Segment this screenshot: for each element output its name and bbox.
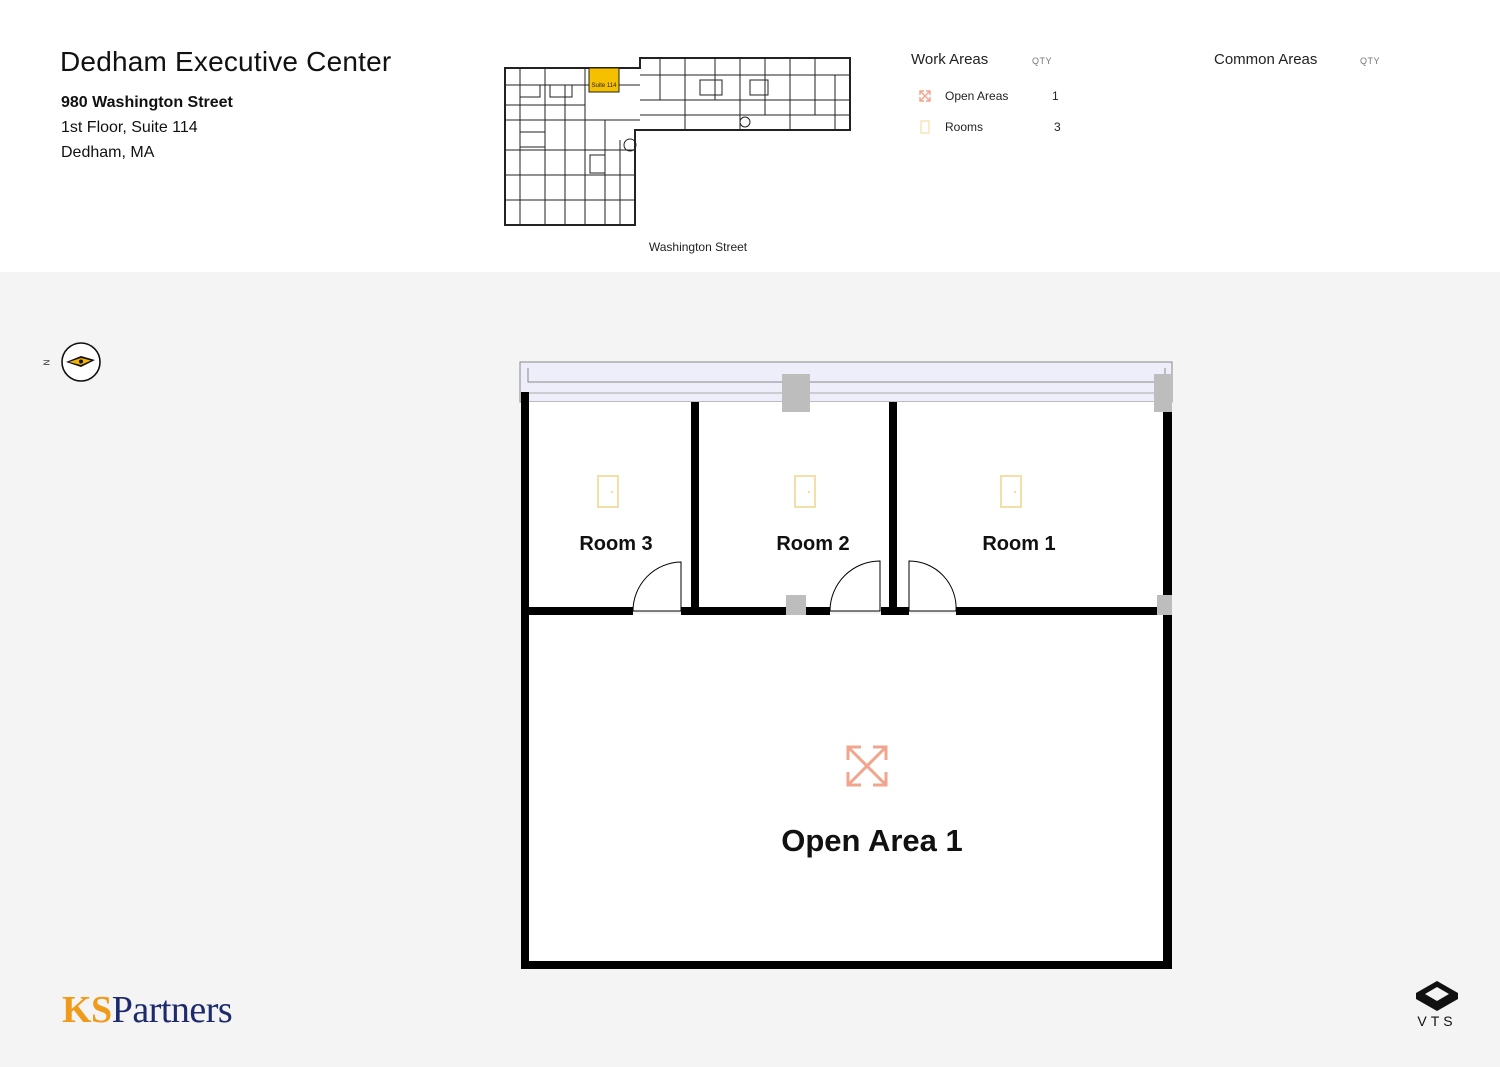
room-3-label: Room 3 [579, 533, 653, 555]
common-areas-heading: Common Areas [1214, 51, 1318, 68]
door-icon [920, 120, 930, 134]
city-line: Dedham, MA [61, 144, 155, 161]
column [786, 595, 806, 615]
legend-label-open-areas: Open Areas [945, 89, 1009, 103]
compass-icon [61, 342, 101, 382]
open-area-1-label: Open Area 1 [781, 823, 963, 858]
wall-room3-room2 [691, 402, 699, 614]
street-caption: Washington Street [648, 240, 748, 254]
building-title: Dedham Executive Center [60, 46, 392, 77]
column [782, 374, 810, 412]
header-panel: Dedham Executive Center 980 Washington S… [0, 0, 1500, 272]
key-plan-map: Suite 114 [504, 57, 851, 226]
work-areas-heading: Work Areas [911, 51, 989, 68]
compass-north-label: N [42, 359, 52, 366]
room-2-label: Room 2 [776, 533, 850, 555]
common-areas-qty-header: QTY [1360, 56, 1381, 66]
wall-room2-room1 [889, 402, 897, 614]
wall-south [521, 961, 1172, 969]
ks-partners-logo: KSPartners [62, 989, 233, 1031]
legend-qty-rooms: 3 [1054, 120, 1061, 134]
column [1154, 374, 1172, 412]
wall-east [1163, 402, 1172, 969]
wall-west [521, 392, 529, 969]
arrows-expand-icon [919, 90, 931, 102]
work-areas-qty-header: QTY [1032, 56, 1053, 66]
legend-qty-open-areas: 1 [1052, 89, 1059, 103]
legend-label-rooms: Rooms [945, 120, 984, 134]
column [1157, 595, 1172, 615]
street-address: 980 Washington Street [61, 94, 233, 111]
vts-logo-text: VTS [1417, 1013, 1457, 1029]
floor-plan [519, 361, 1173, 969]
room-1-label: Room 1 [982, 533, 1056, 555]
key-plan-suite-label: Suite 114 [592, 83, 618, 89]
suite-line: 1st Floor, Suite 114 [61, 119, 198, 136]
